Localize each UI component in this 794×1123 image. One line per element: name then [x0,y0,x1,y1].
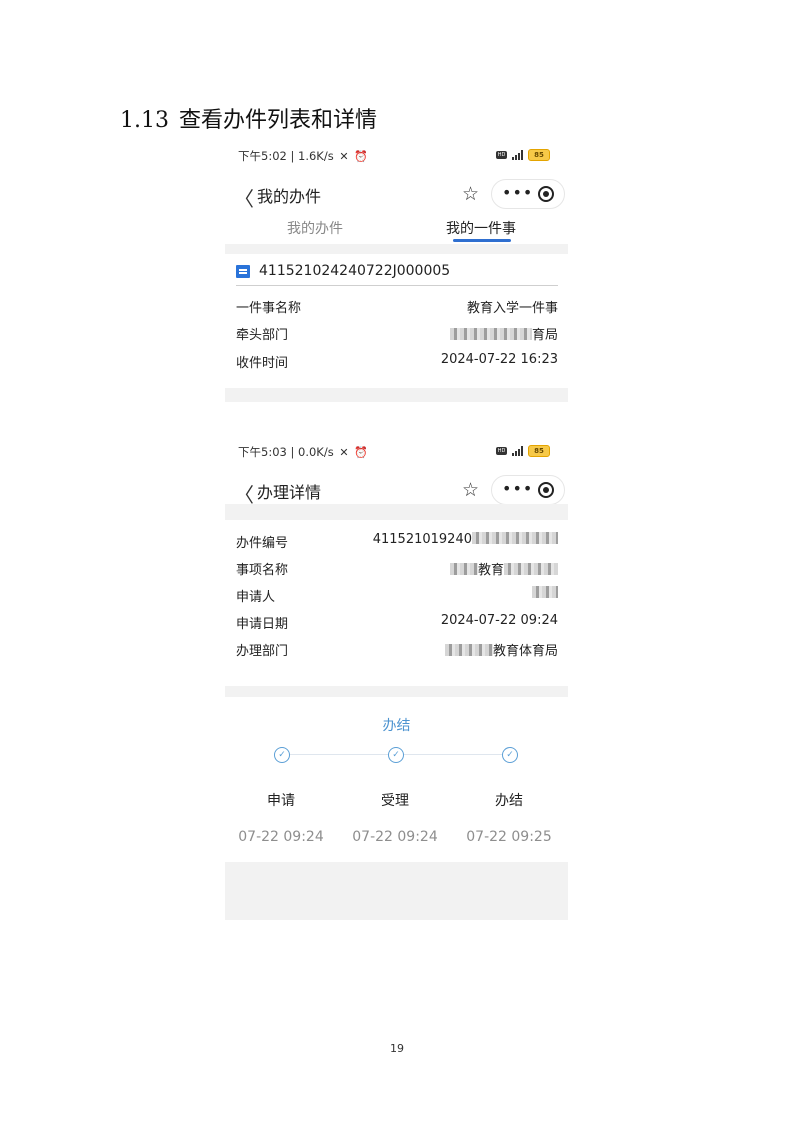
status-speed: 1.6K/s [298,149,334,163]
bottom-band [225,388,568,402]
nav-title: 办理详情 [257,483,322,502]
mini-program-capsule: ••• [491,179,565,209]
flag-message-icon [236,265,250,278]
row-label-name: 一件事名称 [236,301,302,316]
section-heading: 1.13 查看办件列表和详情 [120,102,377,134]
redacted-mosaic [504,563,558,575]
tab-bar: 我的办件 我的一件事 [225,214,568,244]
status-speed: 0.0K/s [298,445,334,459]
mute-icon: ✕ [339,150,349,163]
case-card-header[interactable]: 411521024240722J000005 [236,263,558,286]
active-tab-indicator [453,239,511,242]
section-divider [225,244,568,254]
nav-bar: 〈 我的办件 ☆ ••• [225,174,568,214]
section-divider [225,686,568,697]
more-dots-icon[interactable]: ••• [502,479,533,498]
status-time: 下午5:02 [238,149,287,163]
row-label-case-number: 办件编号 [236,536,289,551]
section-number: 1.13 [120,108,169,133]
battery-icon: 85 [528,445,550,457]
row-value-apply-date: 2024-07-22 09:24 [440,613,558,628]
section-divider [225,504,568,520]
tab-my-cases[interactable]: 我的办件 [287,218,343,238]
mute-icon: ✕ [339,446,349,459]
screenshot-my-cases: 下午5:02 | 1.6K/s ✕ ⏰ HD 85 〈 我的办件 ☆ ••• 我… [225,140,568,402]
screenshot-case-detail: 下午5:03 | 0.0K/s ✕ ⏰ HD 85 〈 办理详情 ☆ ••• 办… [225,436,568,920]
redacted-mosaic [449,328,532,340]
signal-icon [512,150,523,160]
status-time: 下午5:03 [238,445,287,459]
more-dots-icon[interactable]: ••• [502,183,533,202]
step-label-apply: 申请 [267,793,295,809]
redacted-mosaic [449,563,478,575]
step-label-accept: 受理 [381,793,409,809]
row-value-received-time: 2024-07-22 16:23 [440,352,558,367]
row-value-item-name: 教育 [477,563,504,578]
redacted-mosaic [532,586,558,598]
hd-icon: HD [496,447,507,455]
status-bar: 下午5:03 | 0.0K/s ✕ ⏰ HD 85 [225,436,568,470]
step-label-complete: 办结 [495,793,523,809]
check-circle-icon: ✓ [274,747,290,763]
alarm-icon: ⏰ [354,446,368,459]
row-value-case-number: 411521019240 [372,532,472,547]
row-label-department: 办理部门 [236,644,289,659]
tab-one-thing[interactable]: 我的一件事 [446,218,516,238]
mini-program-capsule: ••• [491,475,565,505]
step-time-apply: 07-22 09:24 [238,829,324,845]
row-value-name: 教育入学一件事 [466,301,558,316]
hd-icon: HD [496,151,507,159]
status-bar: 下午5:02 | 1.6K/s ✕ ⏰ HD 85 [225,140,568,174]
check-circle-icon: ✓ [502,747,518,763]
redacted-mosaic [472,532,558,544]
check-circle-icon: ✓ [388,747,404,763]
bottom-band [225,862,568,920]
chevron-left-icon[interactable]: 〈 [234,183,254,212]
row-value-department: 育局 [531,328,558,343]
section-title: 查看办件列表和详情 [178,108,377,133]
record-target-icon[interactable] [538,482,554,498]
row-label-apply-date: 申请日期 [236,617,289,632]
row-label-received-time: 收件时间 [236,356,289,371]
signal-icon [512,446,523,456]
step-time-accept: 07-22 09:24 [352,829,438,845]
star-outline-icon[interactable]: ☆ [462,183,479,205]
row-label-department: 牵头部门 [236,328,289,343]
battery-icon: 85 [528,149,550,161]
step-time-complete: 07-22 09:25 [466,829,552,845]
row-label-applicant: 申请人 [236,590,276,605]
progress-status-title: 办结 [382,718,411,734]
alarm-icon: ⏰ [354,150,368,163]
record-target-icon[interactable] [538,186,554,202]
page-number: 19 [390,1042,404,1055]
star-outline-icon[interactable]: ☆ [462,479,479,501]
case-number: 411521024240722J000005 [259,263,451,279]
row-label-item-name: 事项名称 [236,563,289,578]
nav-title: 我的办件 [257,187,322,206]
redacted-mosaic [444,644,493,656]
row-value-department: 教育体育局 [492,644,558,659]
